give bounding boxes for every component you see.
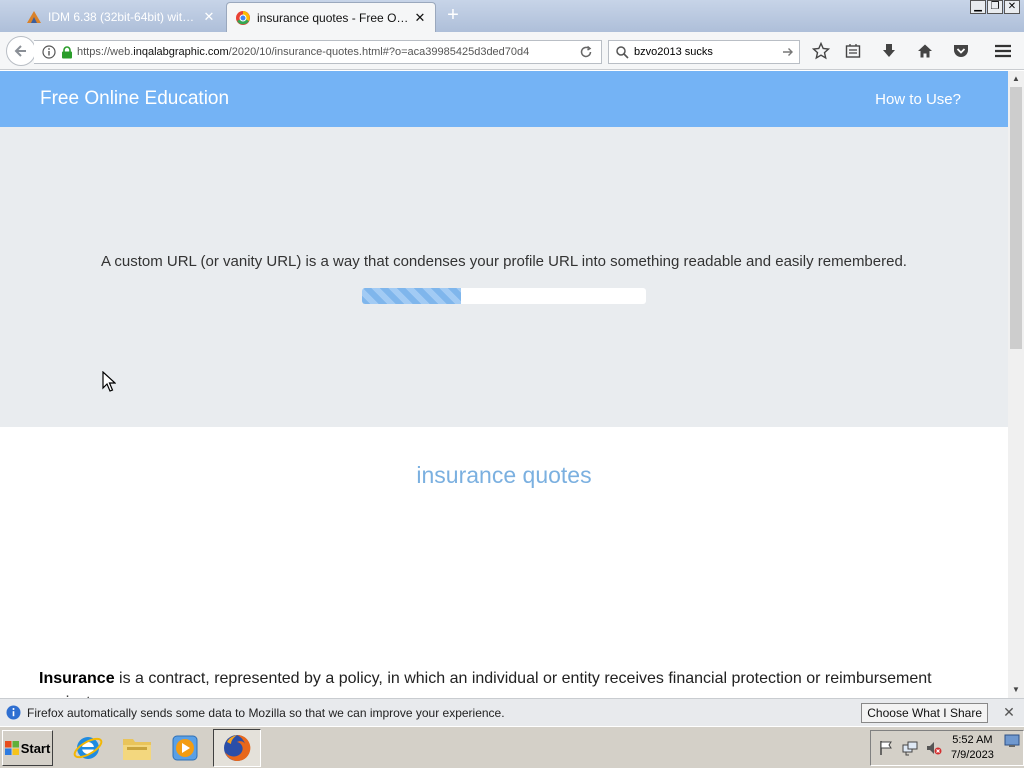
- bookmark-star-icon[interactable]: [811, 41, 831, 61]
- firefox-taskbar-icon[interactable]: [213, 729, 261, 767]
- search-go-arrow-icon[interactable]: [782, 46, 794, 58]
- search-input[interactable]: [634, 46, 782, 58]
- vertical-scrollbar[interactable]: ▲ ▼: [1008, 71, 1024, 698]
- windows-logo-icon: [4, 741, 19, 755]
- back-arrow-icon: [14, 45, 26, 57]
- search-icon: [616, 45, 629, 59]
- window-controls: ▁ ❐ ✕: [970, 0, 1020, 14]
- lock-icon: [62, 45, 72, 58]
- notification-bar: Firefox automatically sends some data to…: [0, 698, 1024, 726]
- reload-icon[interactable]: [579, 45, 593, 59]
- taskbar: Start 5:52 AM 7/9/2023: [0, 726, 1024, 768]
- minimize-button[interactable]: ▁: [970, 0, 986, 14]
- navigation-toolbar: https://web.inqalabgraphic.com/2020/10/i…: [0, 32, 1024, 70]
- scroll-down-arrow-icon[interactable]: ▼: [1008, 682, 1024, 698]
- media-player-icon[interactable]: [169, 732, 201, 764]
- tab-idm[interactable]: IDM 6.38 (32bit-64bit) with C... ✕: [18, 2, 224, 32]
- internet-explorer-icon[interactable]: [72, 732, 104, 764]
- url-text[interactable]: https://web.inqalabgraphic.com/2020/10/i…: [73, 46, 571, 58]
- tab-title: insurance quotes - Free Onlin...: [257, 10, 409, 25]
- url-domain: inqalabgraphic.com: [133, 46, 229, 58]
- system-clock[interactable]: 5:52 AM 7/9/2023: [951, 733, 994, 763]
- home-icon[interactable]: [915, 41, 935, 61]
- url-path: /2020/10/insurance-quotes.html#?o=aca399…: [228, 46, 530, 58]
- hamburger-menu-icon[interactable]: [993, 41, 1013, 61]
- clock-date: 7/9/2023: [951, 749, 994, 761]
- article-text: is a contract, represented by a policy, …: [39, 670, 932, 698]
- article-bold-term: Insurance: [39, 670, 115, 687]
- how-to-use-link[interactable]: How to Use?: [875, 91, 961, 108]
- tab-insurance-quotes[interactable]: insurance quotes - Free Onlin... ✕: [226, 2, 436, 32]
- search-bar[interactable]: [608, 40, 800, 64]
- system-tray: 5:52 AM 7/9/2023: [870, 730, 1024, 766]
- downloads-icon[interactable]: [879, 41, 899, 61]
- hero-text: A custom URL (or vanity URL) is a way th…: [101, 253, 907, 270]
- close-icon[interactable]: ✕: [1002, 704, 1016, 721]
- page-title: insurance quotes: [416, 462, 592, 488]
- volume-muted-icon[interactable]: [925, 739, 943, 757]
- start-label: Start: [20, 740, 51, 756]
- hero-section: A custom URL (or vanity URL) is a way th…: [0, 127, 1008, 427]
- reading-list-icon[interactable]: [843, 41, 863, 61]
- clock-time: 5:52 AM: [952, 734, 993, 746]
- new-tab-button[interactable]: +: [444, 5, 462, 27]
- start-button[interactable]: Start: [2, 730, 53, 766]
- close-icon[interactable]: ✕: [202, 9, 216, 25]
- close-icon[interactable]: ✕: [413, 10, 427, 26]
- scrollbar-thumb[interactable]: [1010, 87, 1022, 349]
- site-title[interactable]: Free Online Education: [40, 88, 229, 110]
- tab-title: IDM 6.38 (32bit-64bit) with C...: [48, 10, 198, 24]
- file-explorer-icon[interactable]: [121, 732, 153, 764]
- progress-bar: [362, 288, 646, 304]
- network-icon[interactable]: [901, 739, 919, 757]
- info-icon: [6, 705, 21, 720]
- action-center-flag-icon[interactable]: [877, 739, 895, 757]
- site-header: Free Online Education How to Use?: [0, 71, 1008, 127]
- info-icon[interactable]: [42, 45, 56, 59]
- url-bar[interactable]: https://web.inqalabgraphic.com/2020/10/i…: [34, 40, 602, 64]
- scroll-up-arrow-icon[interactable]: ▲: [1008, 71, 1024, 87]
- article-paragraph: Insurance is a contract, represented by …: [39, 667, 979, 698]
- show-desktop-icon[interactable]: [1004, 733, 1022, 753]
- browser-titlebar: IDM 6.38 (32bit-64bit) with C... ✕ insur…: [0, 0, 1024, 32]
- idm-favicon-icon: [27, 11, 41, 23]
- page-viewport: Free Online Education How to Use? A cust…: [0, 71, 1008, 698]
- url-prefix: https://web.: [77, 46, 134, 58]
- choose-what-i-share-button[interactable]: Choose What I Share: [861, 702, 988, 723]
- notification-text: Firefox automatically sends some data to…: [27, 705, 505, 720]
- pocket-icon[interactable]: [951, 41, 971, 61]
- restore-button[interactable]: ❐: [987, 0, 1003, 14]
- site-favicon-icon: [236, 10, 250, 25]
- close-window-button[interactable]: ✕: [1004, 0, 1020, 14]
- back-button[interactable]: [6, 36, 36, 66]
- progress-fill: [362, 288, 462, 304]
